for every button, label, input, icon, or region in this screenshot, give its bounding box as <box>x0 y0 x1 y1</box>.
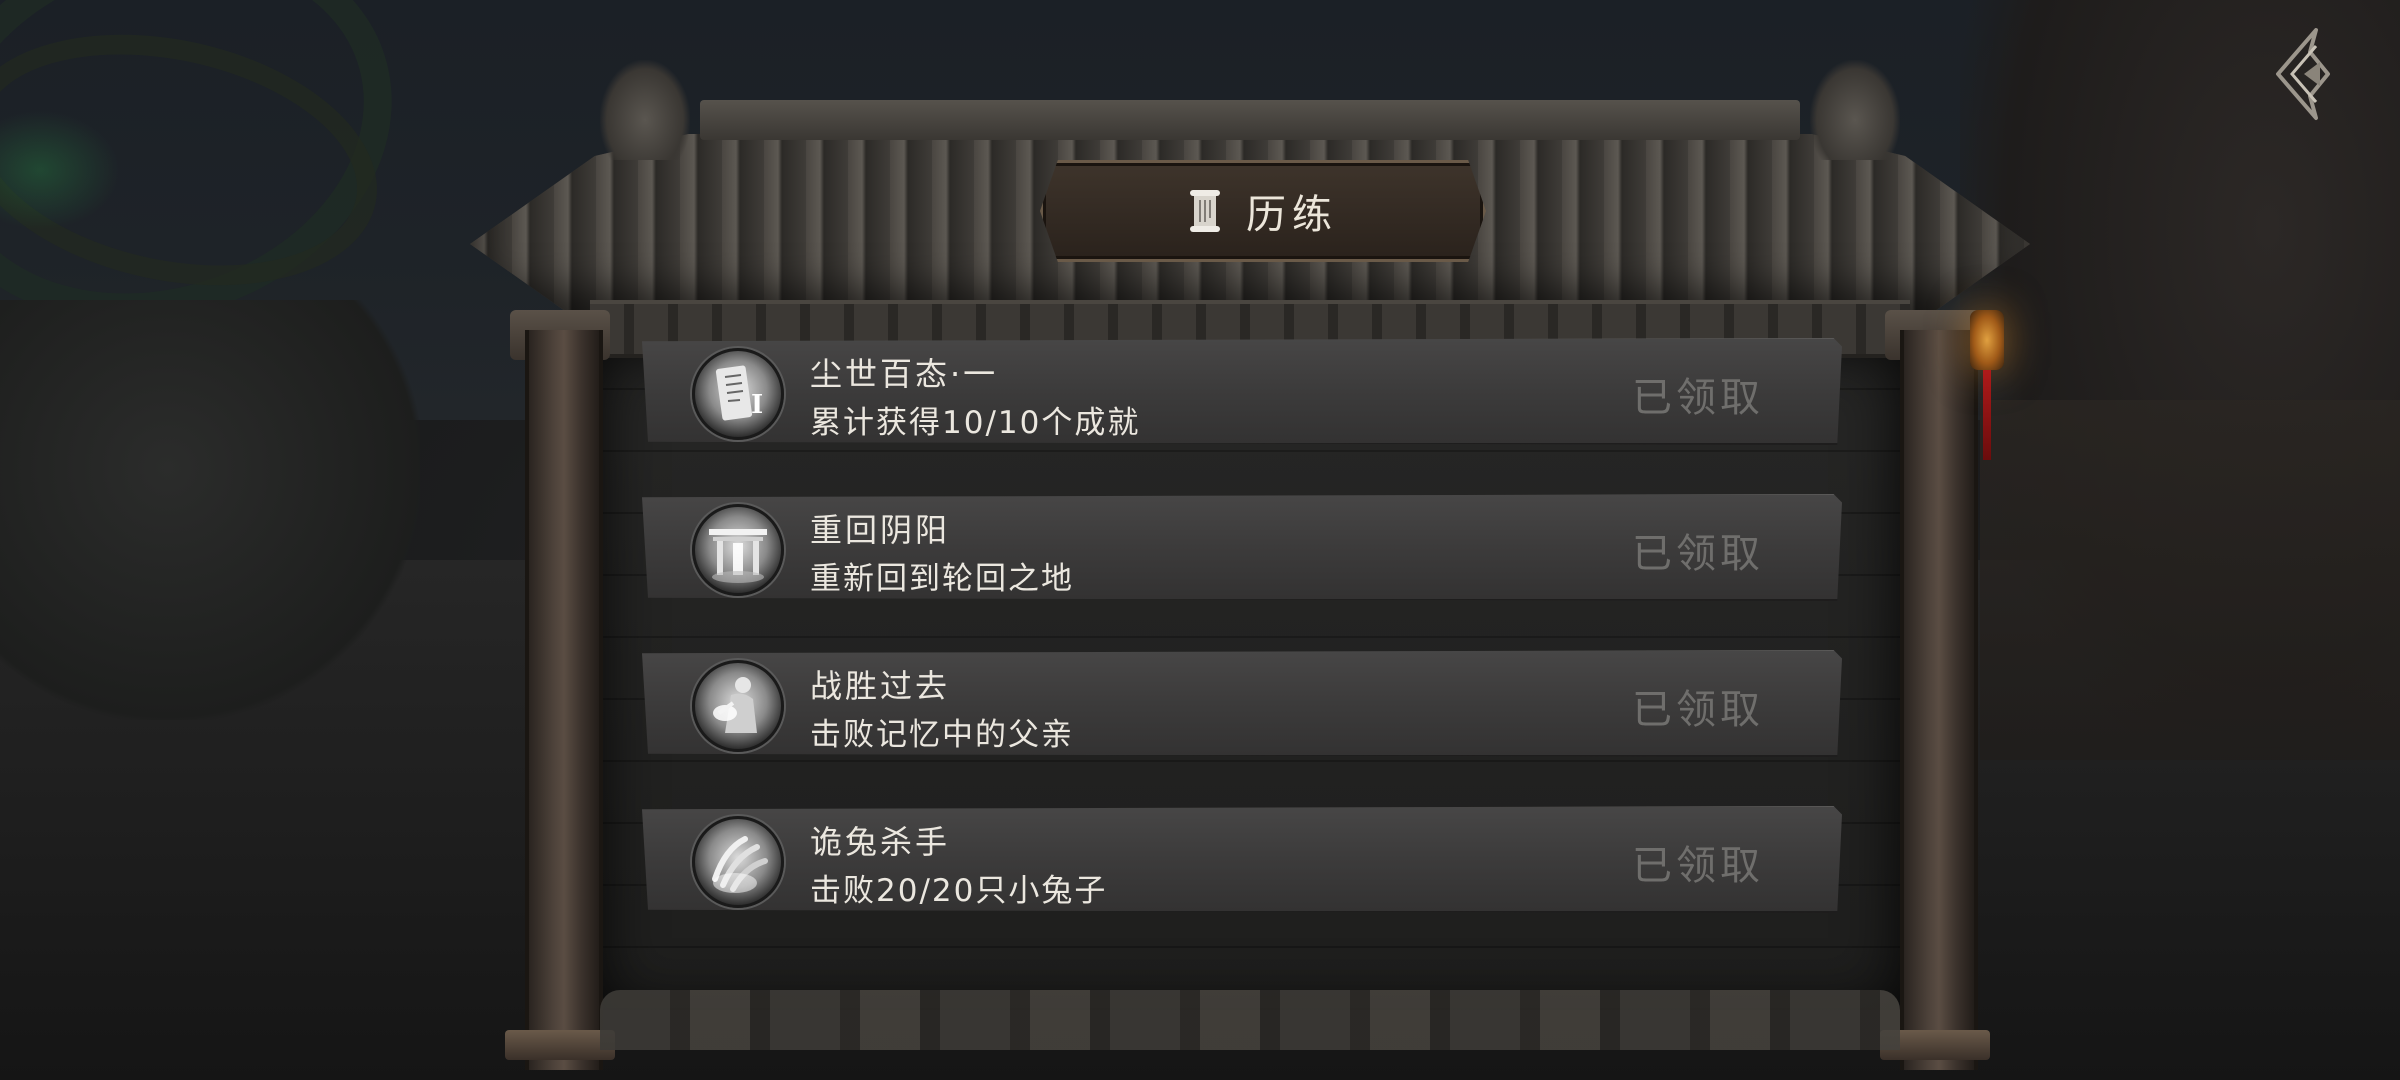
achievement-title: 尘世百态·一 <box>810 355 999 393</box>
achievement-title: 战胜过去 <box>810 667 951 705</box>
title-plaque: 历练 <box>1040 160 1486 262</box>
green-glow <box>0 110 120 230</box>
achievement-list: I 尘世百态·一 累计获得10/10个成就 已领取 重回阴阳 重新回到轮回之地 … <box>642 338 1842 962</box>
dragon-ornament-left <box>600 60 690 160</box>
achievement-row[interactable]: 战胜过去 击败记忆中的父亲 已领取 <box>642 650 1842 757</box>
claimed-status: 已领取 <box>1632 375 1764 421</box>
achievement-row[interactable]: I 尘世百态·一 累计获得10/10个成就 已领取 <box>642 338 1842 445</box>
background-wall <box>1980 400 2400 760</box>
pillar-base-left <box>505 1030 615 1060</box>
svg-text:I: I <box>751 390 763 420</box>
scroll-icon <box>1190 190 1220 232</box>
roof-ridge <box>700 100 1800 140</box>
claimed-status: 已领取 <box>1632 687 1764 733</box>
achievement-desc: 累计获得10/10个成就 <box>810 405 1141 441</box>
claimed-status: 已领取 <box>1632 843 1764 889</box>
pillar-right <box>1900 330 1978 1070</box>
gate-badge-icon <box>692 504 784 596</box>
achievement-row[interactable]: 重回阴阳 重新回到轮回之地 已领取 <box>642 494 1842 601</box>
red-tassel <box>1983 370 1991 460</box>
claimed-status: 已领取 <box>1632 531 1764 577</box>
achievement-desc: 击败20/20只小兔子 <box>810 873 1108 909</box>
dragon-ornament-right <box>1810 60 1900 160</box>
claw-badge-icon <box>692 816 784 908</box>
scroll-badge-icon: I <box>692 348 784 440</box>
achievement-title: 重回阴阳 <box>810 511 951 549</box>
achievement-title: 诡兔杀手 <box>810 823 951 861</box>
achievement-desc: 击败记忆中的父亲 <box>810 717 1074 753</box>
warrior-badge-icon <box>692 660 784 752</box>
pillar-left <box>525 330 603 1070</box>
lantern-icon <box>1970 310 2004 370</box>
back-arrow-icon[interactable] <box>2270 26 2340 122</box>
achievement-desc: 重新回到轮回之地 <box>810 561 1074 597</box>
page-title: 历练 <box>1246 192 1338 238</box>
stone-altar <box>0 300 420 720</box>
achievement-row[interactable]: 诡兔杀手 击败20/20只小兔子 已领取 <box>642 806 1842 913</box>
stone-rubble <box>600 990 1900 1050</box>
